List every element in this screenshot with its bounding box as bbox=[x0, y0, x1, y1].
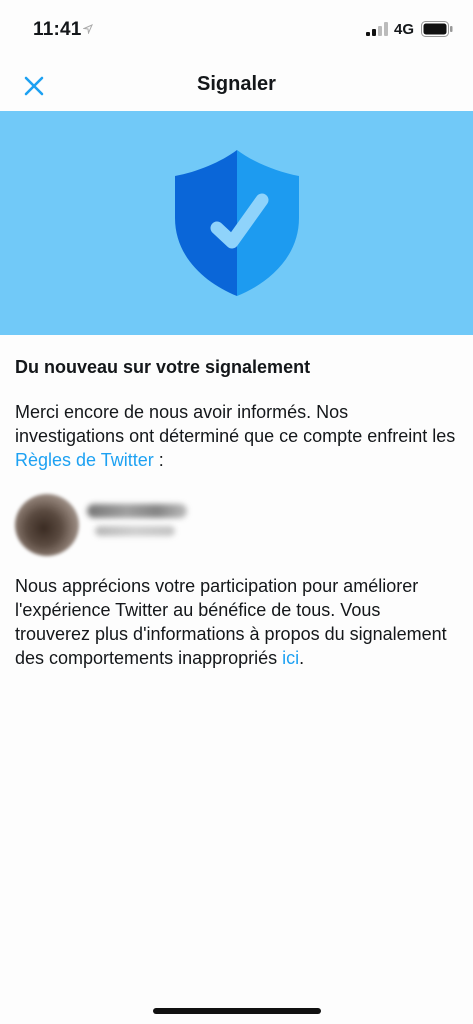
nav-bar: Signaler bbox=[0, 60, 473, 110]
paragraph-2-text: Nous apprécions votre participation pour… bbox=[15, 576, 447, 668]
network-type: 4G bbox=[394, 21, 415, 38]
status-bar: 11:41 4G bbox=[0, 0, 473, 60]
location-arrow-icon bbox=[83, 24, 93, 34]
signal-icon bbox=[366, 22, 388, 36]
shield-check-icon bbox=[175, 150, 299, 296]
page-title: Signaler bbox=[197, 73, 276, 95]
avatar bbox=[15, 494, 79, 556]
report-content: Du nouveau sur votre signalement Merci e… bbox=[15, 355, 460, 670]
paragraph-2-end: . bbox=[299, 648, 305, 668]
learn-more-link[interactable]: ici bbox=[282, 648, 299, 668]
paragraph-1-end: : bbox=[153, 450, 164, 470]
paragraph-1-text: Merci encore de nous avoir informés. Nos… bbox=[15, 402, 456, 446]
battery-icon bbox=[421, 21, 453, 37]
report-paragraph-2: Nous apprécions votre participation pour… bbox=[15, 574, 460, 670]
reported-account bbox=[15, 486, 460, 566]
report-paragraph-1: Merci encore de nous avoir informés. Nos… bbox=[15, 400, 460, 472]
hero-banner bbox=[0, 111, 473, 335]
twitter-rules-link[interactable]: Règles de Twitter bbox=[15, 450, 154, 470]
home-indicator[interactable] bbox=[153, 1008, 321, 1014]
blurred-account-handle bbox=[95, 526, 175, 536]
status-time: 11:41 bbox=[33, 19, 82, 40]
report-headline: Du nouveau sur votre signalement bbox=[15, 357, 311, 377]
blurred-account-name bbox=[87, 504, 187, 518]
